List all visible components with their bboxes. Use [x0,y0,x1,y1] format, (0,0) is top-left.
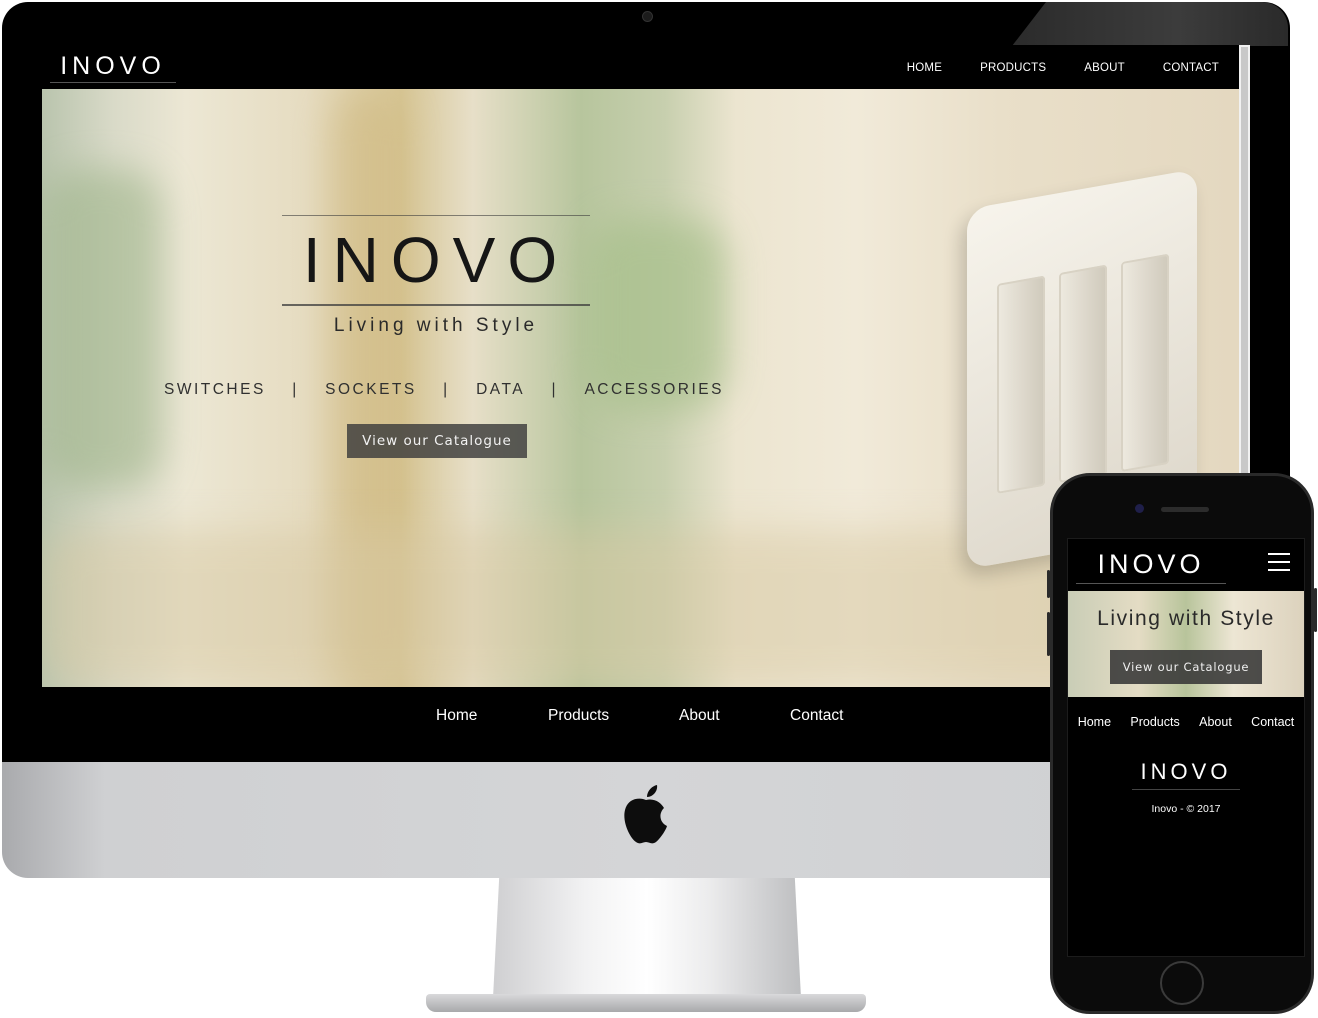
mobile-footer-logo: INOVO [1132,755,1240,790]
switch-rocker [1121,253,1169,473]
site-logo-text: INOVO [60,51,166,80]
imac-foot [426,994,866,1012]
hero-logo-text: INOVO [302,224,570,296]
mobile-logo[interactable]: INOVO [1076,545,1226,584]
mobile-nav-about[interactable]: About [1199,715,1232,729]
view-catalogue-button[interactable]: View our Catalogue [347,424,527,458]
phone-camera [1135,504,1144,513]
imac-stand [493,878,801,998]
site-header: INOVO HOME PRODUCTS ABOUT CONTACT [42,45,1239,89]
category-separator: | [292,381,299,398]
hero-logo: INOVO [282,215,590,306]
footer-nav-home[interactable]: Home [436,707,477,725]
hero-bg-window [42,169,162,489]
mobile-nav-products[interactable]: Products [1130,715,1179,729]
site-logo[interactable]: INOVO [50,50,176,83]
nav-products[interactable]: PRODUCTS [980,45,1046,89]
mobile-hero: Living with Style View our Catalogue [1068,591,1304,697]
mobile-tagline: Living with Style [1097,607,1275,630]
category-sockets[interactable]: SOCKETS [325,381,417,399]
phone-volume-button [1047,570,1050,598]
phone-speaker [1161,507,1209,512]
mobile-nav-home[interactable]: Home [1078,715,1111,729]
category-separator: | [551,381,559,398]
switch-rocker [1059,264,1107,484]
apple-logo-icon [624,785,667,844]
mobile-copyright: Inovo - © 2017 [1151,803,1221,815]
hamburger-icon[interactable] [1268,553,1290,571]
mobile-screen: INOVO Living with Style View our Catalog… [1067,538,1305,957]
switch-rocker [997,275,1045,494]
imac-camera [642,11,653,22]
mobile-header: INOVO [1068,539,1304,589]
footer-nav-about[interactable]: About [679,707,720,725]
category-data[interactable]: DATA [476,381,525,399]
nav-about[interactable]: ABOUT [1084,45,1125,89]
footer-nav-products[interactable]: Products [548,707,609,725]
nav-contact[interactable]: CONTACT [1163,45,1219,89]
phone-home-button[interactable] [1160,961,1204,1005]
iphone-device: INOVO Living with Style View our Catalog… [1047,473,1317,1014]
imac-screen-glare [1012,2,1288,46]
category-switches[interactable]: SWITCHES [164,381,266,399]
hero-tagline: Living with Style [333,315,539,336]
mobile-logo-text: INOVO [1097,548,1205,579]
phone-volume-button [1047,612,1050,656]
nav-home[interactable]: HOME [907,45,942,89]
category-separator: | [443,381,450,398]
mobile-footer-logo-text: INOVO [1140,759,1232,784]
mobile-view-catalogue-button[interactable]: View our Catalogue [1110,650,1262,684]
top-nav: HOME PRODUCTS ABOUT CONTACT [869,45,1219,89]
phone-power-button [1314,588,1317,632]
mobile-nav: Home Products About Contact [1068,715,1304,729]
category-accessories[interactable]: ACCESSORIES [584,381,723,399]
footer-nav-contact[interactable]: Contact [790,707,843,725]
mobile-nav-contact[interactable]: Contact [1251,715,1294,729]
hero-categories: SWITCHES | SOCKETS | DATA | ACCESSORIES [164,381,724,399]
